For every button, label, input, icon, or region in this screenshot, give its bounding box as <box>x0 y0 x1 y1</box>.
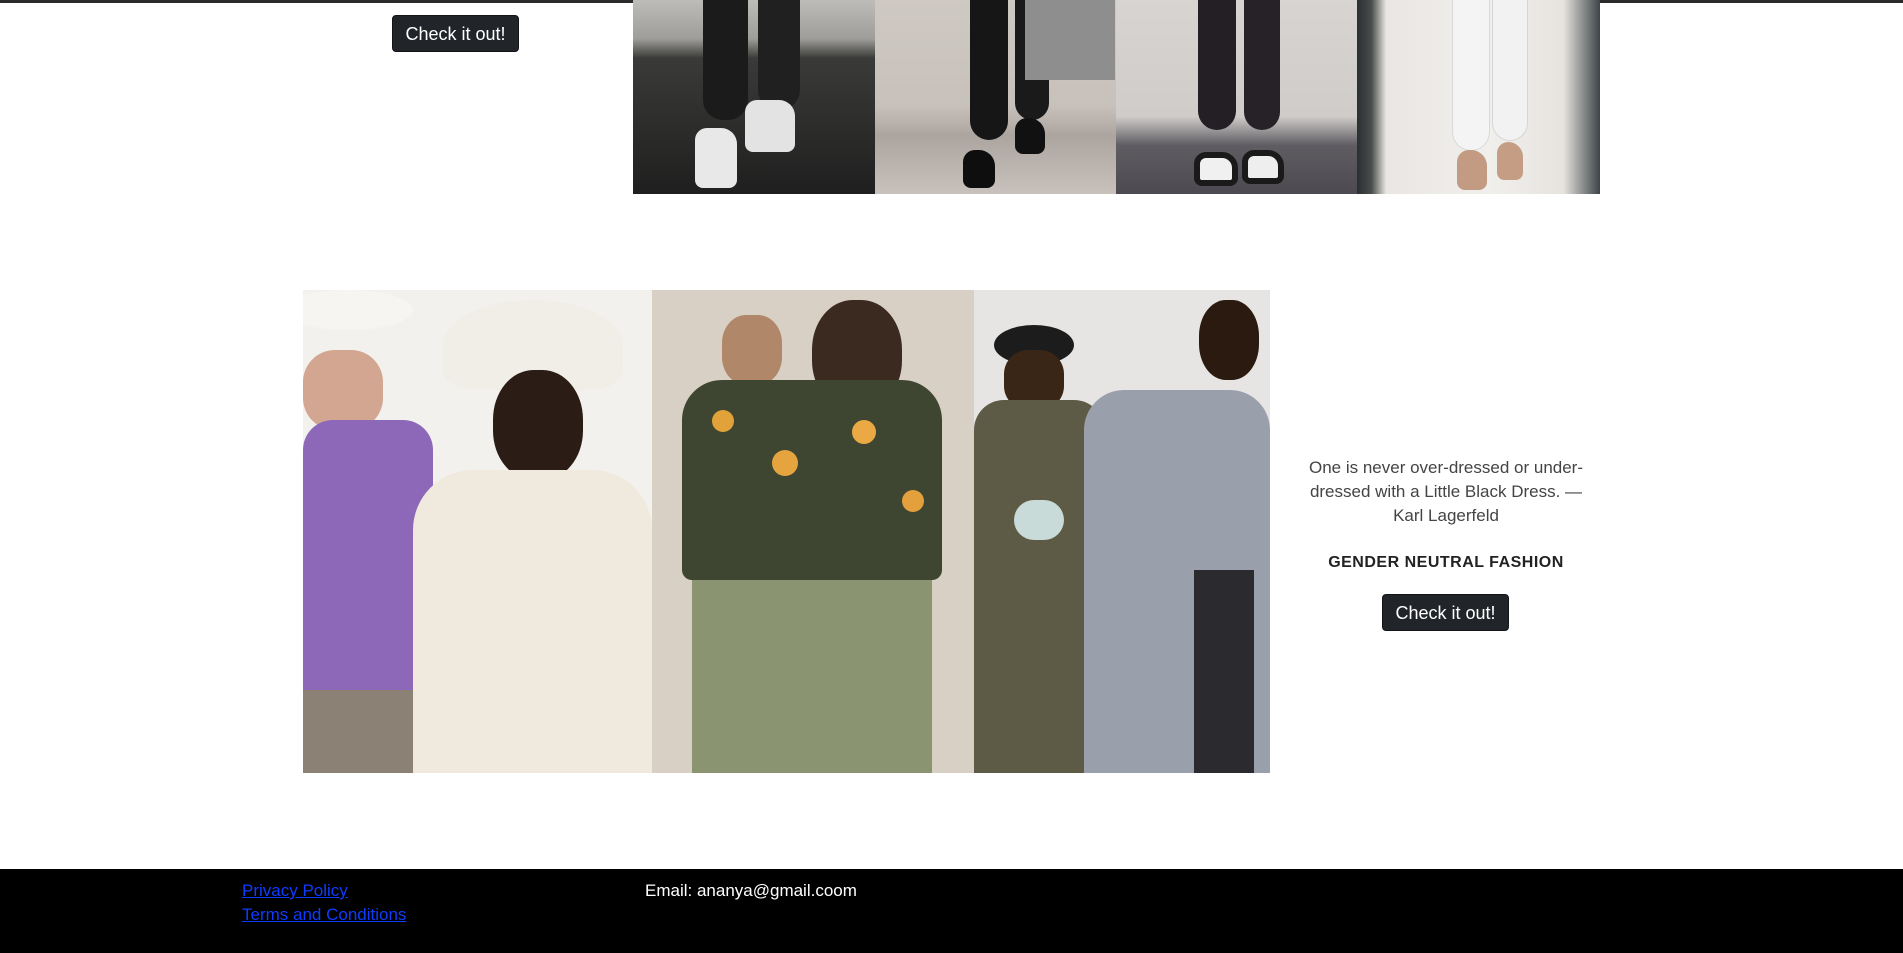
photo-detail <box>692 580 932 773</box>
photo-detail <box>963 150 995 188</box>
check-it-out-button-top[interactable]: Check it out! <box>392 15 519 52</box>
fashion-photo-floral-jackets <box>652 290 974 773</box>
photo-detail <box>712 410 734 432</box>
fashion-quote: One is never over-dressed or under-dress… <box>1308 458 1584 525</box>
photo-detail <box>758 0 800 110</box>
top-photo-strip <box>633 0 1600 194</box>
photo-detail <box>493 370 583 480</box>
photo-detail <box>1453 0 1489 150</box>
photo-detail <box>1015 118 1045 154</box>
gender-neutral-collage <box>303 290 1270 773</box>
fashion-photo-hats <box>303 290 652 773</box>
photo-detail <box>1199 300 1259 380</box>
street-style-photo-boots <box>875 0 1116 194</box>
photo-detail <box>745 100 795 152</box>
photo-detail <box>1014 500 1064 540</box>
photo-detail <box>1457 150 1487 190</box>
photo-detail <box>303 690 423 773</box>
photo-detail <box>1244 0 1280 130</box>
photo-detail <box>852 420 876 444</box>
photo-detail <box>1242 150 1284 184</box>
photo-detail <box>1497 142 1523 180</box>
street-style-photo-barefoot <box>1357 0 1600 194</box>
photo-detail <box>722 315 782 385</box>
photo-detail <box>703 0 748 120</box>
fashion-photo-coats <box>974 290 1270 773</box>
photo-detail <box>695 128 737 188</box>
terms-and-conditions-link[interactable]: Terms and Conditions <box>242 905 406 925</box>
photo-detail <box>1198 0 1236 130</box>
photo-detail <box>902 490 924 512</box>
contact-email: Email: ananya@gmail.coom <box>645 881 857 900</box>
photo-detail <box>772 450 798 476</box>
privacy-policy-link[interactable]: Privacy Policy <box>242 881 348 901</box>
street-style-photo-sneakers <box>633 0 875 194</box>
photo-detail <box>303 350 383 430</box>
street-style-photo-high-tops <box>1116 0 1357 194</box>
photo-detail <box>1194 570 1254 773</box>
photo-detail <box>970 0 1008 140</box>
check-it-out-button-gender-neutral[interactable]: Check it out! <box>1382 594 1509 631</box>
photo-detail <box>303 290 413 330</box>
footer: Privacy Policy Terms and Conditions Emai… <box>0 869 1903 953</box>
photo-detail <box>1025 0 1115 80</box>
section-title: GENDER NEUTRAL FASHION <box>1328 554 1564 571</box>
photo-detail <box>1194 152 1238 186</box>
photo-detail <box>413 470 652 773</box>
photo-detail <box>1493 0 1527 140</box>
